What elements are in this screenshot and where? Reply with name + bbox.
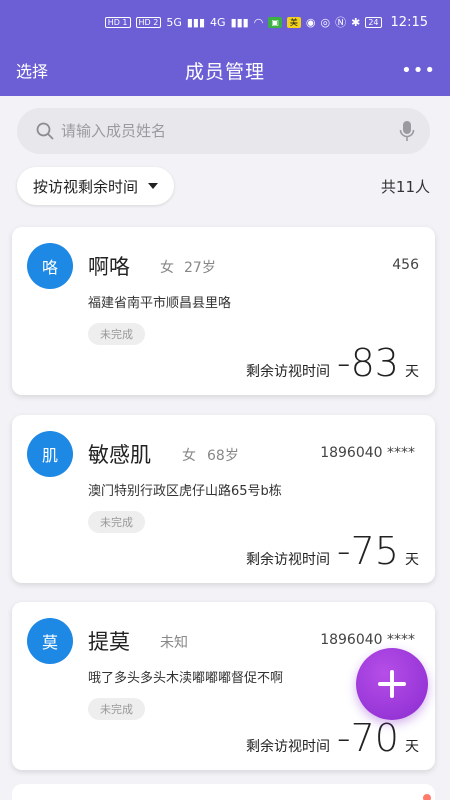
member-name: 啊咯	[88, 255, 130, 279]
remain-unit: 天	[405, 739, 419, 755]
member-age: 27岁	[184, 260, 216, 276]
remain-days: -70	[336, 716, 399, 760]
remain-days: -83	[336, 341, 399, 385]
select-button[interactable]: 选择	[16, 58, 48, 82]
bluetooth-icon: ✱	[351, 15, 361, 29]
remain-label: 剩余访视时间	[246, 739, 330, 755]
sort-dropdown[interactable]: 按访视剩余时间	[17, 167, 175, 205]
member-gender: 未知	[160, 635, 188, 651]
member-phone: 1896040 ****	[320, 632, 415, 648]
remain-label: 剩余访视时间	[246, 552, 330, 568]
add-member-button[interactable]	[356, 648, 428, 720]
wifi-icon: ◠	[253, 15, 264, 29]
signal-icon: ▮▮▮	[186, 15, 206, 29]
member-count: 共11人	[380, 178, 430, 196]
clock: 12:15	[390, 14, 428, 30]
remain-unit: 天	[405, 364, 419, 380]
wechat-icon: ◉	[305, 15, 316, 29]
app-notification-icon: ▣	[268, 16, 282, 28]
more-menu-button[interactable]: •••	[401, 60, 436, 81]
avatar: 咯	[27, 243, 73, 289]
status-bar: HD 1 HD 2 5G ▮▮▮ 4G ▮▮▮ ◠ ▣ 美 ◉ ◎ Ⓝ ✱ 24…	[0, 0, 450, 44]
search-bar[interactable]	[17, 108, 430, 154]
member-card[interactable]: 咯 啊咯 女 27岁 456 福建省南平市顺昌县里咯 未完成 剩余访视时间 -8…	[12, 227, 435, 395]
hd1-indicator: HD 1	[104, 16, 131, 28]
member-name: 提莫	[88, 630, 130, 654]
member-address: 澳门特别行政区虎仔山路65号b栋	[88, 484, 282, 499]
nfc-icon: Ⓝ	[335, 16, 347, 29]
network-4g-label: 4G	[210, 15, 226, 29]
search-icon	[36, 122, 54, 140]
member-card-partial[interactable]	[12, 784, 435, 800]
eye-icon: ◎	[320, 15, 331, 29]
network-5g-label: 5G	[166, 15, 182, 29]
search-input[interactable]	[61, 122, 398, 140]
member-phone: 1896040 ****	[320, 445, 415, 461]
avatar: 肌	[27, 431, 73, 477]
member-age: 68岁	[207, 448, 239, 464]
member-phone: 456	[392, 257, 419, 273]
member-address: 福建省南平市顺昌县里咯	[88, 296, 232, 311]
remain-label: 剩余访视时间	[246, 364, 330, 380]
battery-icon: 24	[365, 16, 382, 28]
member-gender: 女	[182, 448, 196, 464]
hd2-indicator: HD 2	[135, 16, 162, 28]
plus-icon	[378, 670, 406, 698]
member-gender: 女	[160, 260, 174, 276]
member-address: 哦了多头多头木渎嘟嘟嘟督促不啊	[88, 671, 284, 686]
member-card[interactable]: 肌 敏感肌 女 68岁 1896040 **** 澳门特别行政区虎仔山路65号b…	[12, 415, 435, 583]
unread-dot	[423, 794, 431, 800]
sort-label: 按访视剩余时间	[33, 177, 139, 196]
avatar: 莫	[27, 618, 73, 664]
status-badge: 未完成	[88, 323, 145, 345]
status-badge: 未完成	[88, 698, 145, 720]
remain-unit: 天	[405, 552, 419, 568]
status-badge: 未完成	[88, 511, 145, 533]
caret-down-icon	[148, 183, 159, 189]
signal-icon-2: ▮▮▮	[230, 15, 249, 29]
meituan-icon: 美	[286, 16, 301, 28]
microphone-icon[interactable]	[398, 120, 416, 142]
navbar: 选择 成员管理 •••	[0, 44, 450, 96]
remain-days: -75	[336, 529, 399, 573]
page-title: 成员管理	[184, 60, 265, 83]
app-header: HD 1 HD 2 5G ▮▮▮ 4G ▮▮▮ ◠ ▣ 美 ◉ ◎ Ⓝ ✱ 24…	[0, 0, 450, 96]
member-name: 敏感肌	[88, 443, 151, 467]
